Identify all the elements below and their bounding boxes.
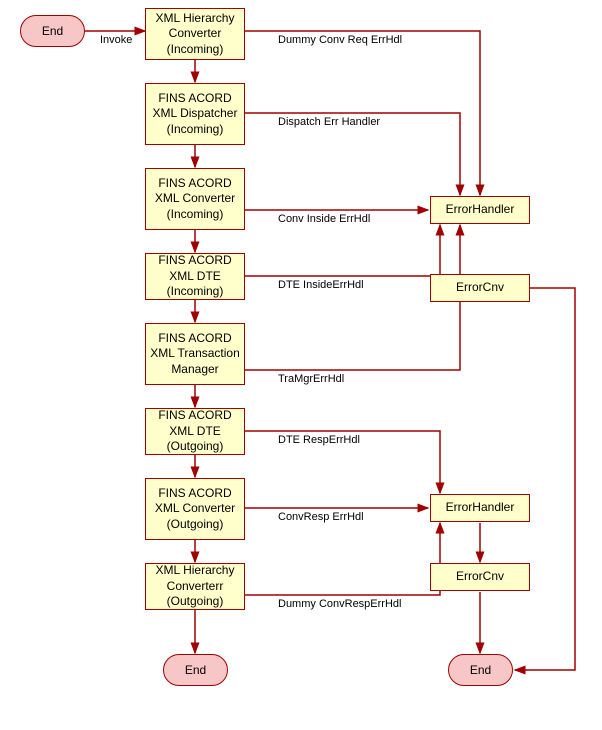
- edge-label-dummy-conv-req: Dummy Conv Req ErrHdl: [278, 34, 402, 46]
- node-label: FINS ACORD XML Dispatcher (Incoming): [150, 91, 240, 138]
- node-label: ErrorHandler: [446, 202, 515, 218]
- node-xml-hierarchy-out: XML Hierarchy Converterr (Outgoing): [145, 563, 245, 610]
- node-label: ErrorCnv: [456, 569, 504, 585]
- node-dispatcher-in: FINS ACORD XML Dispatcher (Incoming): [145, 83, 245, 145]
- terminal-start: End: [20, 15, 85, 47]
- terminal-right-end: End: [448, 654, 513, 686]
- flowchart-edges: [0, 0, 602, 730]
- edge-label-dummy-conv-resp: Dummy ConvRespErrHdl: [278, 598, 401, 610]
- node-label: ErrorCnv: [456, 280, 504, 296]
- edge-label-tra-mgr: TraMgrErrHdl: [278, 373, 344, 385]
- node-error-handler-bot: ErrorHandler: [430, 494, 530, 522]
- edge-label-dispatch: Dispatch Err Handler: [278, 116, 380, 128]
- terminal-start-label: End: [42, 24, 63, 38]
- node-error-cnv-top: ErrorCnv: [430, 274, 530, 302]
- node-converter-in: FINS ACORD XML Converter (Incoming): [145, 168, 245, 230]
- edge-label-dte-inside: DTE InsideErrHdl: [278, 279, 364, 291]
- node-label: FINS ACORD XML Converter (Outgoing): [150, 486, 240, 533]
- terminal-right-end-label: End: [470, 663, 491, 677]
- edge-label-dte-resp: DTE RespErrHdl: [278, 434, 360, 446]
- node-converter-out: FINS ACORD XML Converter (Outgoing): [145, 478, 245, 540]
- node-trans-mgr: FINS ACORD XML Transaction Manager: [145, 323, 245, 385]
- node-label: XML Hierarchy Converterr (Outgoing): [150, 563, 240, 610]
- terminal-left-end: End: [163, 654, 228, 686]
- node-error-cnv-bot: ErrorCnv: [430, 563, 530, 591]
- node-label: ErrorHandler: [446, 500, 515, 516]
- terminal-left-end-label: End: [185, 663, 206, 677]
- node-label: FINS ACORD XML DTE (Incoming): [150, 253, 240, 300]
- node-xml-hierarchy-in: XML Hierarchy Converter (Incoming): [145, 8, 245, 60]
- node-dte-in: FINS ACORD XML DTE (Incoming): [145, 253, 245, 300]
- node-dte-out: FINS ACORD XML DTE (Outgoing): [145, 408, 245, 455]
- node-label: FINS ACORD XML DTE (Outgoing): [150, 408, 240, 455]
- edge-label-conv-inside: Conv Inside ErrHdl: [278, 213, 370, 225]
- node-label: XML Hierarchy Converter (Incoming): [150, 11, 240, 58]
- edge-label-conv-resp: ConvResp ErrHdl: [278, 511, 364, 523]
- node-label: FINS ACORD XML Converter (Incoming): [150, 176, 240, 223]
- node-label: FINS ACORD XML Transaction Manager: [150, 331, 240, 378]
- node-error-handler-top: ErrorHandler: [430, 196, 530, 224]
- edge-label-invoke: Invoke: [100, 34, 132, 46]
